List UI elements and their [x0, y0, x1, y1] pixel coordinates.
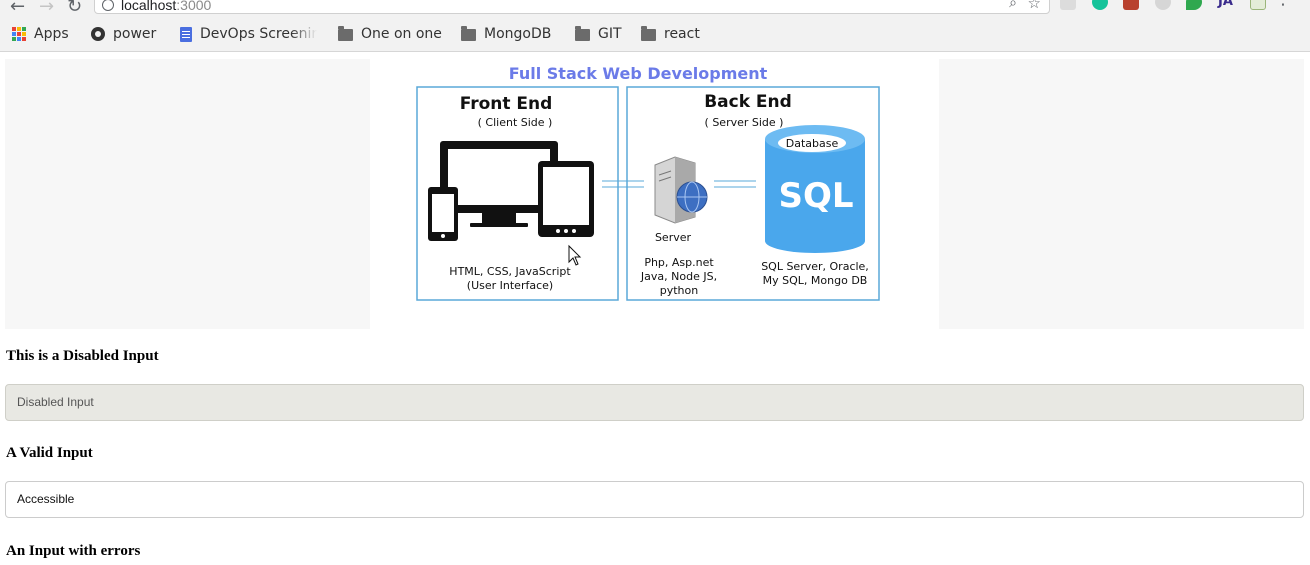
address-bar[interactable]: localhost:3000 ⌕ ☆ — [94, 0, 1050, 14]
front-end-caption-1: HTML, CSS, JavaScript — [449, 265, 571, 278]
tablet-icon — [538, 161, 594, 237]
bookmarks-bar: Apps power DevOps Screenir One on one Mo… — [0, 16, 1310, 52]
bookmark-one-on-one[interactable]: One on one — [338, 25, 442, 43]
red-extension-icon[interactable] — [1123, 0, 1139, 10]
ja-extension-icon[interactable]: JA — [1218, 0, 1234, 10]
browser-toolbar: ← → ↻ localhost:3000 ⌕ ☆ JA ⋮ — [0, 0, 1310, 17]
server-lang-1: Php, Asp.net — [644, 256, 714, 269]
github-icon — [91, 27, 105, 41]
gray-extension-icon[interactable] — [1155, 0, 1171, 10]
apps-grid-icon — [12, 27, 26, 41]
valid-input-heading: A Valid Input — [6, 445, 93, 461]
back-end-heading: Back End — [704, 92, 792, 112]
magnifier-icon[interactable]: ⌕ — [1009, 0, 1017, 11]
back-arrow-icon[interactable]: ← — [10, 0, 25, 17]
hero-left-panel — [5, 59, 370, 329]
server-label: Server — [655, 231, 692, 244]
front-end-heading: Front End — [460, 94, 553, 114]
pen-extension-icon[interactable] — [1060, 0, 1076, 10]
bookmark-git[interactable]: GIT — [575, 25, 622, 43]
bookmark-devops[interactable]: DevOps Screenir — [180, 25, 317, 43]
back-end-sub: ( Server Side ) — [705, 116, 784, 129]
diagram-title: Full Stack Web Development — [509, 64, 768, 83]
server-icon — [654, 156, 708, 224]
connector-arrows-2 — [714, 180, 756, 188]
star-icon[interactable]: ☆ — [1028, 0, 1041, 12]
site-info-icon[interactable] — [102, 0, 114, 11]
server-lang-2: Java, Node JS, — [640, 270, 717, 283]
database-caption-1: SQL Server, Oracle, — [761, 260, 869, 273]
hero-right-panel — [939, 59, 1304, 329]
mouse-cursor-icon — [568, 244, 582, 266]
folder-icon — [641, 26, 656, 41]
bookmark-label: MongoDB — [484, 26, 552, 42]
error-input-heading: An Input with errors — [6, 543, 141, 559]
page-extension-icon[interactable] — [1250, 0, 1266, 10]
database-label: Database — [786, 137, 839, 150]
server-lang-3: python — [660, 284, 699, 297]
forward-arrow-icon[interactable]: → — [39, 0, 54, 17]
database-caption-2: My SQL, Mongo DB — [763, 274, 868, 287]
bookmark-apps[interactable]: Apps — [12, 25, 69, 43]
bookmark-label: DevOps Screenir — [200, 26, 318, 42]
disabled-input-heading: This is a Disabled Input — [6, 348, 159, 364]
bookmark-label: power — [113, 26, 157, 42]
reload-icon[interactable]: ↻ — [67, 0, 82, 17]
bookmark-label: GIT — [598, 26, 622, 42]
bookmark-power[interactable]: power — [91, 25, 156, 43]
folder-icon — [461, 26, 476, 41]
database-sql-text: SQL — [778, 176, 853, 216]
bookmark-label: Apps — [34, 26, 69, 42]
bookmark-label: react — [664, 26, 700, 42]
bookmark-mongodb[interactable]: MongoDB — [461, 25, 551, 43]
valid-input[interactable]: Accessible — [5, 481, 1304, 518]
phone-icon — [428, 187, 458, 241]
front-end-caption-2: (User Interface) — [467, 279, 553, 292]
doc-icon — [180, 26, 192, 42]
url-text[interactable]: localhost:3000 — [121, 0, 211, 13]
more-vert-icon[interactable]: ⋮ — [1274, 0, 1292, 8]
folder-icon — [338, 26, 353, 41]
full-stack-diagram: Full Stack Web Development Front End ( C… — [370, 59, 939, 329]
grammarly-extension-icon[interactable] — [1092, 0, 1108, 10]
bookmark-react[interactable]: react — [641, 25, 700, 43]
folder-icon — [575, 26, 590, 41]
front-end-sub: ( Client Side ) — [478, 116, 553, 129]
leaf-extension-icon[interactable] — [1186, 0, 1202, 10]
disabled-input: Disabled Input — [5, 384, 1304, 421]
diagram-svg: Full Stack Web Development Front End ( C… — [416, 64, 880, 301]
bookmark-label: One on one — [361, 26, 442, 42]
connector-arrows-1 — [602, 180, 644, 188]
